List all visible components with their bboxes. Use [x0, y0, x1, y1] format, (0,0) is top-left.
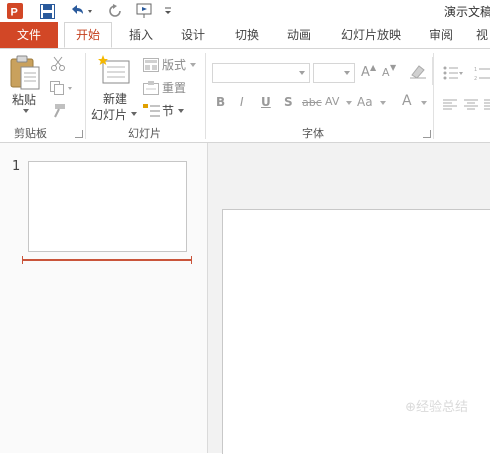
change-case-button[interactable]: Aa: [357, 95, 373, 109]
slide-canvas[interactable]: [222, 209, 490, 454]
slide-number: 1: [12, 159, 21, 174]
clear-formatting-icon[interactable]: [409, 64, 427, 84]
numbering-icon[interactable]: 12: [474, 65, 490, 84]
reset-button[interactable]: 重置: [162, 79, 186, 96]
slide-editing-area: ⊕经验总结: [208, 143, 490, 454]
group-divider: [85, 53, 86, 139]
paste-dropdown-arrow[interactable]: [23, 109, 29, 113]
window-title: 演示文稿: [444, 5, 490, 19]
tab-home[interactable]: 开始: [64, 22, 112, 48]
shrink-font-button[interactable]: A: [382, 66, 390, 79]
layout-dropdown-arrow[interactable]: [190, 63, 196, 67]
paste-icon[interactable]: [8, 55, 42, 95]
align-right-icon[interactable]: [484, 96, 490, 115]
underline-button[interactable]: U: [261, 95, 271, 109]
cut-icon[interactable]: [50, 56, 66, 76]
grow-font-indicator: ▲: [370, 63, 377, 72]
group-divider: [205, 53, 206, 139]
character-spacing-button[interactable]: AV: [325, 95, 339, 108]
clipboard-dialog-launcher[interactable]: [75, 130, 83, 138]
new-slide-icon[interactable]: [97, 53, 131, 91]
undo-icon[interactable]: [68, 2, 94, 20]
case-dropdown-arrow[interactable]: [380, 101, 386, 105]
font-dialog-launcher[interactable]: [423, 130, 431, 138]
font-color-button[interactable]: A: [402, 93, 412, 109]
slide-thumbnail-pane: 1: [0, 143, 208, 453]
bold-button[interactable]: B: [216, 95, 225, 109]
grow-font-button[interactable]: A: [361, 65, 370, 80]
layout-icon[interactable]: [143, 57, 159, 76]
new-slide-label: 新建: [103, 92, 128, 106]
tab-file[interactable]: 文件: [0, 22, 58, 48]
font-size-select[interactable]: [313, 63, 355, 83]
slideshow-start-icon[interactable]: [135, 2, 155, 20]
shrink-font-indicator: ▼: [390, 63, 397, 72]
bullets-icon[interactable]: [443, 65, 463, 84]
tab-review[interactable]: 审阅: [424, 22, 458, 48]
align-center-icon[interactable]: [464, 96, 478, 115]
svg-text:1: 1: [474, 67, 477, 73]
font-group-label: 字体: [302, 127, 324, 140]
font-color-dropdown-arrow[interactable]: [421, 101, 427, 105]
new-slide-button[interactable]: 幻灯片: [91, 106, 127, 123]
svg-text:P: P: [11, 7, 18, 19]
tab-transitions[interactable]: 切换: [230, 22, 264, 48]
font-name-select[interactable]: [212, 63, 310, 83]
tab-view[interactable]: 视: [476, 22, 490, 48]
slide-insertion-marker: [22, 256, 192, 264]
slide-thumbnail[interactable]: [28, 161, 187, 252]
slides-group-label: 幻灯片: [128, 127, 161, 140]
text-shadow-button[interactable]: S: [284, 95, 293, 109]
group-divider: [433, 53, 434, 139]
copy-icon[interactable]: [50, 80, 74, 99]
spacing-dropdown-arrow[interactable]: [346, 101, 352, 105]
section-button[interactable]: 节: [162, 102, 174, 119]
paste-button[interactable]: 粘贴: [12, 91, 36, 108]
powerpoint-logo[interactable]: P: [6, 2, 24, 20]
tab-slideshow[interactable]: 幻灯片放映: [336, 22, 406, 48]
strikethrough-button[interactable]: abc: [302, 96, 322, 109]
svg-text:2: 2: [474, 76, 477, 80]
quick-access-toolbar: P 演示文稿: [0, 0, 490, 22]
section-dropdown-arrow[interactable]: [178, 109, 184, 113]
section-icon[interactable]: [143, 103, 161, 122]
customize-qat-icon[interactable]: [162, 2, 174, 20]
tab-insert[interactable]: 插入: [124, 22, 158, 48]
format-painter-icon[interactable]: [50, 103, 66, 122]
italic-button[interactable]: I: [240, 95, 244, 109]
tab-design[interactable]: 设计: [176, 22, 210, 48]
redo-icon[interactable]: [106, 2, 124, 20]
save-icon[interactable]: [38, 2, 56, 20]
ribbon-home: 粘贴 剪贴板 新建 幻灯片 版式 重置 节 幻灯片 A ▲ A ▼ B I U: [0, 49, 490, 143]
new-slide-dropdown-arrow[interactable]: [131, 112, 137, 116]
align-left-icon[interactable]: [443, 96, 457, 115]
clipboard-group-label: 剪贴板: [14, 127, 47, 140]
layout-button[interactable]: 版式: [162, 56, 186, 73]
watermark-logo: ⊕经验总结: [405, 400, 468, 415]
ribbon-tabs: 文件 开始 插入 设计 切换 动画 幻灯片放映 审阅 视: [0, 22, 490, 49]
tab-animations[interactable]: 动画: [282, 22, 316, 48]
reset-icon[interactable]: [143, 80, 159, 99]
